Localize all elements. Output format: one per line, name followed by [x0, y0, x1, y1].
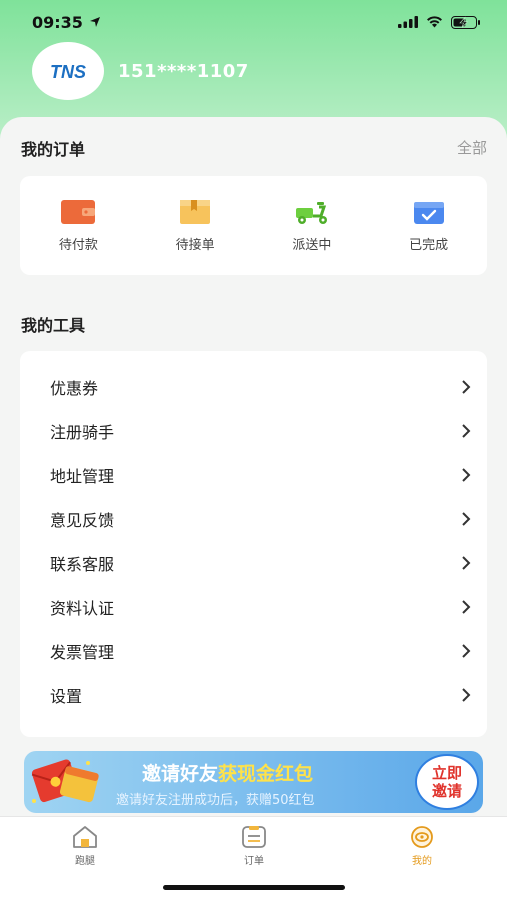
chevron-right-icon [462, 468, 471, 482]
order-status-pending-payment[interactable]: 待付款 [33, 199, 123, 253]
invite-now-button[interactable]: 立即 邀请 [415, 754, 479, 810]
banner-title-part1: 邀请好友 [142, 763, 219, 785]
home-indicator [163, 885, 345, 890]
tab-label: 我的 [412, 856, 432, 867]
tns-logo-icon: TNS [50, 62, 86, 82]
tool-item-label: 资料认证 [50, 599, 115, 618]
wallet-icon [61, 199, 96, 224]
avatar[interactable]: TNS [32, 42, 104, 100]
tab-mine[interactable]: 我的 [392, 825, 452, 867]
chevron-right-icon [462, 600, 471, 614]
tool-item-settings[interactable]: 设置 [20, 673, 487, 717]
tab-errand[interactable]: 跑腿 [55, 825, 115, 867]
order-status-completed[interactable]: 已完成 [384, 199, 474, 253]
tool-item-feedback[interactable]: 意见反馈 [20, 497, 487, 541]
tool-item-address-management[interactable]: 地址管理 [20, 453, 487, 497]
completed-box-icon [413, 201, 444, 224]
tool-item-verification[interactable]: 资料认证 [20, 585, 487, 629]
all-orders-link[interactable]: 全部 [457, 137, 487, 158]
tool-item-invoice-management[interactable]: 发票管理 [20, 629, 487, 673]
order-status-label: 已完成 [409, 237, 449, 253]
scooter-icon [295, 201, 327, 224]
tool-item-label: 优惠券 [50, 379, 99, 398]
tab-orders[interactable]: 订单 [224, 825, 284, 867]
order-list-icon [242, 826, 266, 848]
chevron-right-icon [462, 424, 471, 438]
red-envelope-icon [31, 759, 99, 803]
box-icon [180, 199, 211, 224]
banner-subtitle: 邀请好友注册成功后，获赠50红包 [116, 793, 315, 808]
order-status-label: 待接单 [175, 237, 215, 253]
tool-item-label: 注册骑手 [50, 423, 115, 442]
orders-title: 我的订单 [21, 140, 86, 159]
tool-item-label: 发票管理 [50, 643, 115, 662]
status-time: 09:35 [32, 13, 101, 32]
tool-item-coupons[interactable]: 优惠券 [20, 365, 487, 409]
phone-number: 151****1107 [118, 60, 249, 82]
tool-item-label: 设置 [50, 687, 83, 706]
tool-item-register-rider[interactable]: 注册骑手 [20, 409, 487, 453]
home-icon [73, 826, 97, 848]
invite-banner[interactable]: 邀请好友获现金红包 邀请好友注册成功后，获赠50红包 立即 邀请 [24, 751, 483, 813]
tool-item-label: 地址管理 [50, 467, 115, 486]
chevron-right-icon [462, 512, 471, 526]
tab-label: 订单 [244, 856, 264, 867]
tools-list: 优惠券 注册骑手 地址管理 意见反馈 联系客服 资料认证 发票管理 设置 [20, 351, 487, 737]
banner-title-highlight: 获现金红包 [218, 763, 314, 785]
battery-charging-icon [451, 15, 480, 29]
order-status-awaiting-pickup[interactable]: 待接单 [150, 199, 240, 253]
tool-item-label: 意见反馈 [50, 511, 115, 530]
invite-button-line1: 立即 [431, 764, 462, 782]
chevron-right-icon [462, 556, 471, 570]
location-arrow-icon [89, 17, 100, 27]
orders-card: 待付款 待接单 派送中 已完成 [20, 176, 487, 275]
order-status-label: 派送中 [292, 237, 332, 253]
avatar-logo-text: TNS [50, 62, 86, 82]
status-bar: 09:35 [0, 0, 507, 44]
tools-title: 我的工具 [21, 316, 86, 335]
profile-icon [411, 826, 433, 848]
order-status-delivering[interactable]: 派送中 [267, 199, 357, 253]
tool-item-customer-service[interactable]: 联系客服 [20, 541, 487, 585]
chevron-right-icon [462, 644, 471, 658]
invite-button-line2: 邀请 [431, 782, 462, 800]
tab-label: 跑腿 [75, 856, 95, 867]
signal-icon [398, 16, 418, 28]
chevron-right-icon [462, 688, 471, 702]
profile-header: TNS 151****1107 [32, 42, 249, 100]
tool-item-label: 联系客服 [50, 555, 115, 574]
order-status-label: 待付款 [58, 237, 98, 253]
chevron-right-icon [462, 380, 471, 394]
banner-title: 邀请好友获现金红包 [142, 759, 313, 786]
time-text: 09:35 [32, 12, 83, 32]
wifi-icon [427, 16, 442, 28]
